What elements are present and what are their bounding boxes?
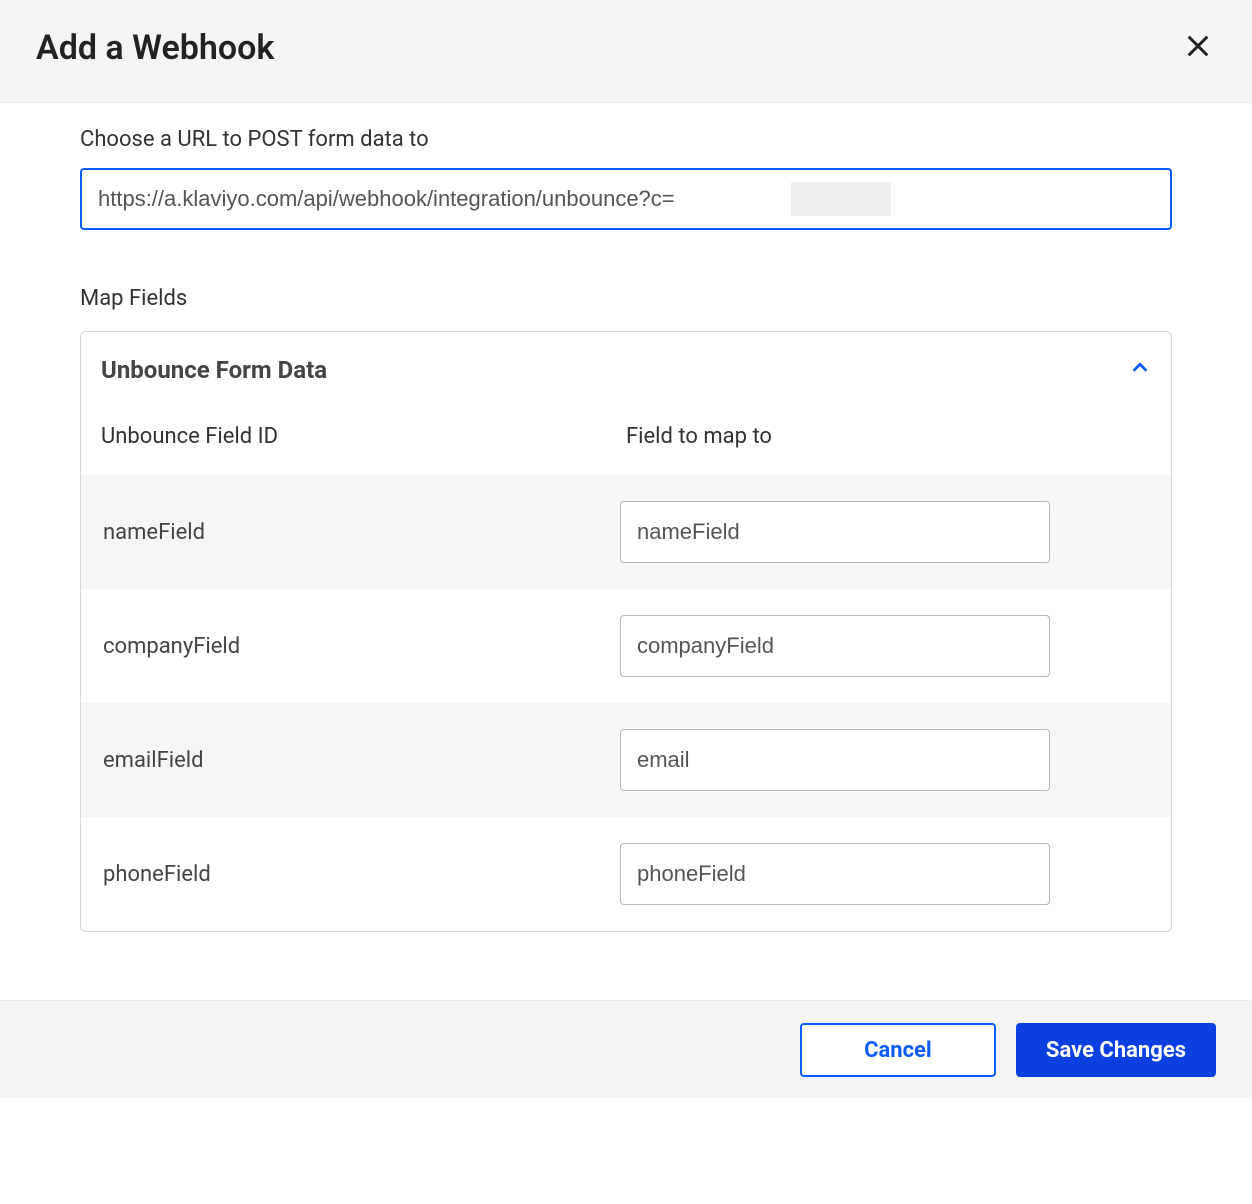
webhook-url-input[interactable] xyxy=(80,168,1172,230)
field-id-label: phoneField xyxy=(101,862,620,887)
modal-header: Add a Webhook xyxy=(0,0,1252,103)
redacted-block xyxy=(791,182,891,216)
field-map-input[interactable] xyxy=(620,501,1050,563)
url-input-wrap xyxy=(80,168,1172,230)
panel-header[interactable]: Unbounce Form Data xyxy=(81,356,1171,424)
cancel-button[interactable]: Cancel xyxy=(800,1023,996,1077)
field-map-input[interactable] xyxy=(620,615,1050,677)
close-button[interactable] xyxy=(1180,28,1216,68)
field-map-input[interactable] xyxy=(620,843,1050,905)
save-changes-button[interactable]: Save Changes xyxy=(1016,1023,1216,1077)
modal-title: Add a Webhook xyxy=(36,28,274,68)
modal-footer: Cancel Save Changes xyxy=(0,1000,1252,1098)
form-data-panel: Unbounce Form Data Unbounce Field ID Fie… xyxy=(80,331,1172,932)
field-row: emailField xyxy=(81,703,1171,817)
field-row: nameField xyxy=(81,475,1171,589)
field-row: phoneField xyxy=(81,817,1171,931)
close-icon xyxy=(1184,32,1212,60)
chevron-up-icon xyxy=(1129,357,1151,383)
modal-body: Choose a URL to POST form data to Map Fi… xyxy=(0,103,1252,983)
column-header-map-to: Field to map to xyxy=(626,424,1151,449)
field-row: companyField xyxy=(81,589,1171,703)
field-map-input[interactable] xyxy=(620,729,1050,791)
column-header-field-id: Unbounce Field ID xyxy=(101,424,626,449)
map-fields-label: Map Fields xyxy=(80,286,1172,311)
field-id-label: nameField xyxy=(101,520,620,545)
column-headers: Unbounce Field ID Field to map to xyxy=(81,424,1171,475)
panel-title: Unbounce Form Data xyxy=(101,356,327,384)
field-id-label: emailField xyxy=(101,748,620,773)
url-section-label: Choose a URL to POST form data to xyxy=(80,127,1172,152)
field-id-label: companyField xyxy=(101,634,620,659)
